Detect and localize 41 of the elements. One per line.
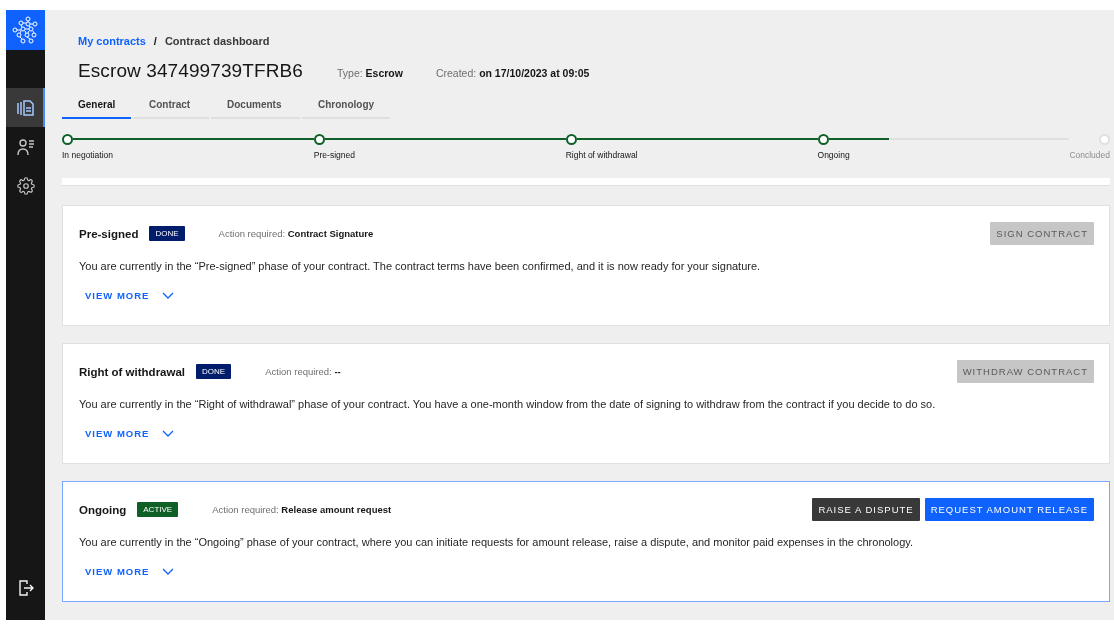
status-tag: DONE	[196, 364, 232, 379]
breadcrumb-separator: /	[153, 35, 157, 47]
phase-description: You are currently in the “Right of withdrawal” phase of your contract. You have a one-month window from the date of signing to withdraw from the contract if you decide to do so.	[79, 398, 937, 410]
phase-title: Right of withdrawal	[79, 365, 186, 378]
phase-title: Pre-signed	[79, 227, 139, 240]
step-label: In negotiation	[62, 150, 115, 160]
phase-description: You are currently in the “Pre-signed” phase of your contract. The contract terms have been confirmed, and it is now ready for your signature.	[79, 260, 762, 272]
action-required: Action required: Contract Signature	[218, 228, 374, 239]
phase-title: Ongoing	[79, 503, 127, 516]
step-label: Ongoing	[817, 150, 851, 160]
tab[interactable]: Chronology	[302, 99, 390, 119]
documents-icon	[15, 98, 34, 117]
tab[interactable]: Contract	[133, 99, 209, 119]
chevron-down-icon[interactable]	[162, 292, 175, 299]
network-logo-icon[interactable]	[6, 10, 45, 50]
view-more-link[interactable]: VIEW MORE	[85, 428, 150, 439]
action-button[interactable]: REQUEST AMOUNT RELEASE	[924, 498, 1094, 521]
status-tag: DONE	[149, 226, 185, 241]
breadcrumb-link[interactable]: My contracts	[78, 35, 146, 47]
chevron-down-icon[interactable]	[162, 430, 175, 437]
step-label: Pre-signed	[313, 150, 356, 160]
tab[interactable]: General	[62, 99, 131, 119]
meta-info: Created: on 17/10/2023 at 09:05	[435, 67, 590, 79]
view-more-link[interactable]: VIEW MORE	[85, 290, 150, 301]
meta-info: Type: Escrow	[336, 67, 403, 79]
page-title: Escrow 347499739TFRB6	[78, 60, 303, 82]
logout-icon[interactable]	[17, 579, 34, 597]
tab[interactable]: Documents	[211, 99, 300, 119]
action-required: Action required: --	[265, 366, 341, 377]
step-label: Concluded	[1069, 150, 1110, 160]
view-more-link[interactable]: VIEW MORE	[85, 566, 150, 577]
user-list-icon	[16, 137, 35, 156]
settings-icon	[16, 176, 35, 195]
breadcrumb-current: Contract dashboard	[164, 35, 270, 47]
phase-description: You are currently in the “Ongoing” phase of your contract, where you can initiate requests for amount release, raise a dispute, and monitor paid expenses in the chronology.	[79, 536, 915, 548]
action-required: Action required: Release amount request	[212, 504, 392, 515]
action-button[interactable]: RAISE A DISPUTE	[812, 498, 920, 521]
status-tag: ACTIVE	[137, 502, 179, 517]
sidebar-item[interactable]	[6, 88, 45, 127]
chevron-down-icon[interactable]	[162, 568, 175, 575]
step-label: Right of withdrawal	[565, 150, 639, 160]
